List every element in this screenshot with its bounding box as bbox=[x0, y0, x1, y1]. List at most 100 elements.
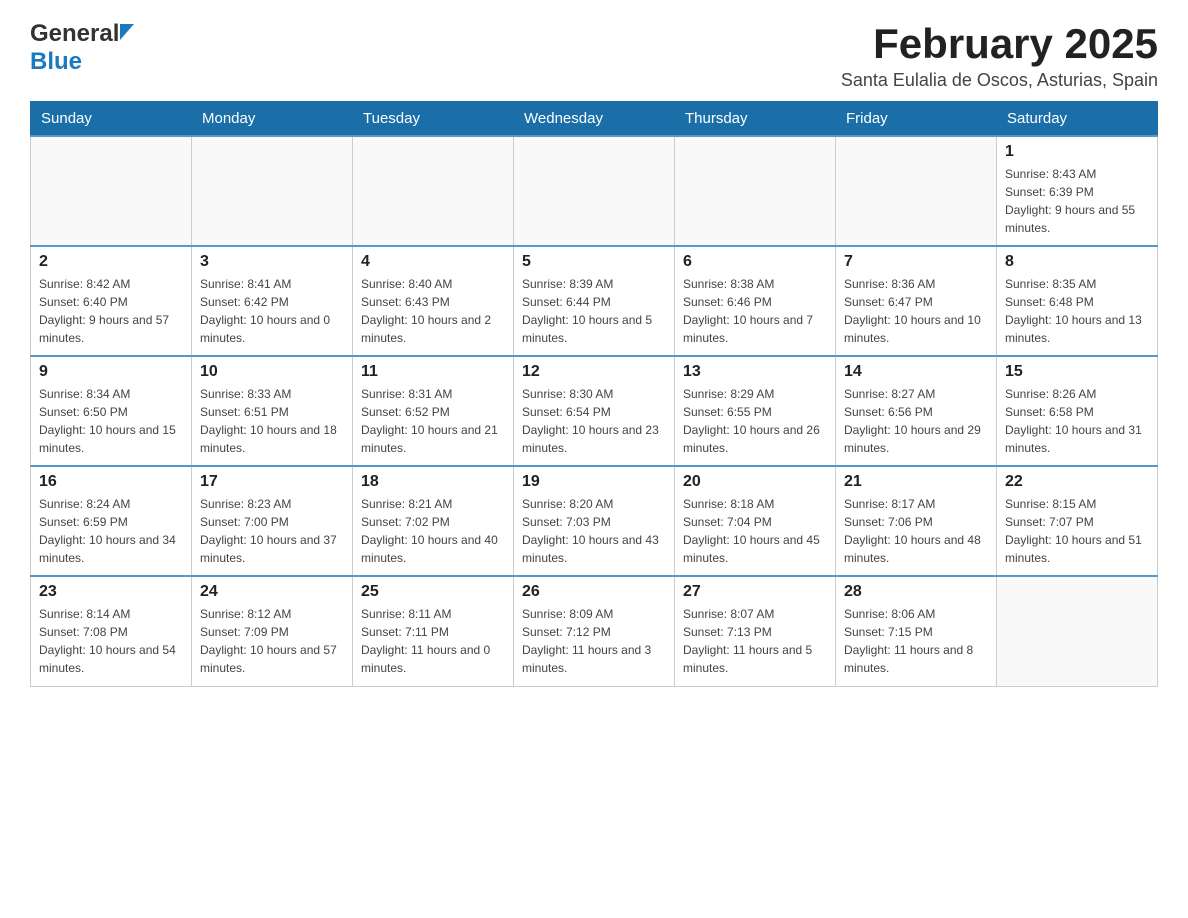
day-info: Sunrise: 8:36 AMSunset: 6:47 PMDaylight:… bbox=[844, 275, 988, 347]
day-number: 24 bbox=[200, 583, 344, 601]
day-number: 4 bbox=[361, 253, 505, 271]
day-number: 25 bbox=[361, 583, 505, 601]
day-info: Sunrise: 8:38 AMSunset: 6:46 PMDaylight:… bbox=[683, 275, 827, 347]
day-info: Sunrise: 8:27 AMSunset: 6:56 PMDaylight:… bbox=[844, 385, 988, 457]
logo: General Blue bbox=[30, 20, 134, 76]
calendar-table: SundayMondayTuesdayWednesdayThursdayFrid… bbox=[30, 101, 1158, 687]
weekday-header-thursday: Thursday bbox=[675, 102, 836, 137]
day-number: 5 bbox=[522, 253, 666, 271]
week-row-4: 16 Sunrise: 8:24 AMSunset: 6:59 PMDayligh… bbox=[31, 466, 1158, 576]
day-number: 18 bbox=[361, 473, 505, 491]
day-info: Sunrise: 8:07 AMSunset: 7:13 PMDaylight:… bbox=[683, 605, 827, 677]
day-info: Sunrise: 8:33 AMSunset: 6:51 PMDaylight:… bbox=[200, 385, 344, 457]
calendar-cell: 15Sunrise: 8:26 AMSunset: 6:58 PMDayligh… bbox=[997, 356, 1158, 466]
page-header: General Blue February 2025 Santa Eulalia… bbox=[30, 20, 1158, 91]
day-info: Sunrise: 8:12 AMSunset: 7:09 PMDaylight:… bbox=[200, 605, 344, 677]
calendar-cell: 2 Sunrise: 8:42 AMSunset: 6:40 PMDaylight… bbox=[31, 246, 192, 356]
calendar-cell bbox=[353, 136, 514, 246]
weekday-header-monday: Monday bbox=[192, 102, 353, 137]
day-number: 26 bbox=[522, 583, 666, 601]
day-number: 8 bbox=[1005, 253, 1149, 271]
day-number: 2 bbox=[39, 253, 183, 271]
logo-blue-text: Blue bbox=[30, 48, 82, 76]
day-number: 9 bbox=[39, 363, 183, 381]
day-number: 21 bbox=[844, 473, 988, 491]
day-info: Sunrise: 8:23 AMSunset: 7:00 PMDaylight:… bbox=[200, 495, 344, 567]
day-number: 13 bbox=[683, 363, 827, 381]
day-info: Sunrise: 8:11 AMSunset: 7:11 PMDaylight:… bbox=[361, 605, 505, 677]
day-info: Sunrise: 8:20 AMSunset: 7:03 PMDaylight:… bbox=[522, 495, 666, 567]
logo-general-text: General bbox=[30, 20, 119, 48]
logo-triangle-icon bbox=[120, 24, 134, 45]
day-number: 19 bbox=[522, 473, 666, 491]
calendar-cell bbox=[192, 136, 353, 246]
day-number: 22 bbox=[1005, 473, 1149, 491]
calendar-cell: 19 Sunrise: 8:20 AMSunset: 7:03 PMDayligh… bbox=[514, 466, 675, 576]
day-info: Sunrise: 8:34 AMSunset: 6:50 PMDaylight:… bbox=[39, 385, 183, 457]
day-number: 17 bbox=[200, 473, 344, 491]
calendar-cell: 17 Sunrise: 8:23 AMSunset: 7:00 PMDayligh… bbox=[192, 466, 353, 576]
week-row-5: 23Sunrise: 8:14 AMSunset: 7:08 PMDayligh… bbox=[31, 576, 1158, 686]
location-subtitle: Santa Eulalia de Oscos, Asturias, Spain bbox=[841, 70, 1158, 91]
week-row-2: 2 Sunrise: 8:42 AMSunset: 6:40 PMDaylight… bbox=[31, 246, 1158, 356]
weekday-header-tuesday: Tuesday bbox=[353, 102, 514, 137]
day-number: 7 bbox=[844, 253, 988, 271]
weekday-header-saturday: Saturday bbox=[997, 102, 1158, 137]
calendar-cell: 6 Sunrise: 8:38 AMSunset: 6:46 PMDaylight… bbox=[675, 246, 836, 356]
day-info: Sunrise: 8:41 AMSunset: 6:42 PMDaylight:… bbox=[200, 275, 344, 347]
day-info: Sunrise: 8:06 AMSunset: 7:15 PMDaylight:… bbox=[844, 605, 988, 677]
day-info: Sunrise: 8:17 AMSunset: 7:06 PMDaylight:… bbox=[844, 495, 988, 567]
day-info: Sunrise: 8:31 AMSunset: 6:52 PMDaylight:… bbox=[361, 385, 505, 457]
calendar-cell: 27 Sunrise: 8:07 AMSunset: 7:13 PMDayligh… bbox=[675, 576, 836, 686]
weekday-header-row: SundayMondayTuesdayWednesdayThursdayFrid… bbox=[31, 102, 1158, 137]
calendar-cell: 14 Sunrise: 8:27 AMSunset: 6:56 PMDayligh… bbox=[836, 356, 997, 466]
calendar-cell: 8 Sunrise: 8:35 AMSunset: 6:48 PMDaylight… bbox=[997, 246, 1158, 356]
calendar-cell: 7 Sunrise: 8:36 AMSunset: 6:47 PMDaylight… bbox=[836, 246, 997, 356]
day-number: 6 bbox=[683, 253, 827, 271]
calendar-cell bbox=[31, 136, 192, 246]
week-row-3: 9 Sunrise: 8:34 AMSunset: 6:50 PMDaylight… bbox=[31, 356, 1158, 466]
month-title: February 2025 bbox=[841, 20, 1158, 68]
day-info: Sunrise: 8:24 AMSunset: 6:59 PMDaylight:… bbox=[39, 495, 183, 567]
calendar-cell bbox=[514, 136, 675, 246]
calendar-cell: 3Sunrise: 8:41 AMSunset: 6:42 PMDaylight… bbox=[192, 246, 353, 356]
calendar-cell: 18 Sunrise: 8:21 AMSunset: 7:02 PMDayligh… bbox=[353, 466, 514, 576]
day-info: Sunrise: 8:18 AMSunset: 7:04 PMDaylight:… bbox=[683, 495, 827, 567]
day-info: Sunrise: 8:39 AMSunset: 6:44 PMDaylight:… bbox=[522, 275, 666, 347]
day-number: 10 bbox=[200, 363, 344, 381]
calendar-cell: 4 Sunrise: 8:40 AMSunset: 6:43 PMDaylight… bbox=[353, 246, 514, 356]
calendar-cell: 1Sunrise: 8:43 AMSunset: 6:39 PMDaylight… bbox=[997, 136, 1158, 246]
calendar-cell: 22Sunrise: 8:15 AMSunset: 7:07 PMDayligh… bbox=[997, 466, 1158, 576]
day-info: Sunrise: 8:30 AMSunset: 6:54 PMDaylight:… bbox=[522, 385, 666, 457]
calendar-cell bbox=[997, 576, 1158, 686]
calendar-cell: 23Sunrise: 8:14 AMSunset: 7:08 PMDayligh… bbox=[31, 576, 192, 686]
calendar-cell: 26Sunrise: 8:09 AMSunset: 7:12 PMDayligh… bbox=[514, 576, 675, 686]
day-number: 23 bbox=[39, 583, 183, 601]
week-row-1: 1Sunrise: 8:43 AMSunset: 6:39 PMDaylight… bbox=[31, 136, 1158, 246]
calendar-cell: 16 Sunrise: 8:24 AMSunset: 6:59 PMDayligh… bbox=[31, 466, 192, 576]
title-section: February 2025 Santa Eulalia de Oscos, As… bbox=[841, 20, 1158, 91]
weekday-header-sunday: Sunday bbox=[31, 102, 192, 137]
calendar-cell: 24 Sunrise: 8:12 AMSunset: 7:09 PMDayligh… bbox=[192, 576, 353, 686]
day-info: Sunrise: 8:35 AMSunset: 6:48 PMDaylight:… bbox=[1005, 275, 1149, 347]
weekday-header-wednesday: Wednesday bbox=[514, 102, 675, 137]
day-info: Sunrise: 8:29 AMSunset: 6:55 PMDaylight:… bbox=[683, 385, 827, 457]
day-number: 27 bbox=[683, 583, 827, 601]
day-number: 12 bbox=[522, 363, 666, 381]
day-number: 14 bbox=[844, 363, 988, 381]
day-info: Sunrise: 8:21 AMSunset: 7:02 PMDaylight:… bbox=[361, 495, 505, 567]
day-number: 16 bbox=[39, 473, 183, 491]
calendar-cell: 11Sunrise: 8:31 AMSunset: 6:52 PMDayligh… bbox=[353, 356, 514, 466]
calendar-cell: 10 Sunrise: 8:33 AMSunset: 6:51 PMDayligh… bbox=[192, 356, 353, 466]
weekday-header-friday: Friday bbox=[836, 102, 997, 137]
calendar-cell: 21 Sunrise: 8:17 AMSunset: 7:06 PMDayligh… bbox=[836, 466, 997, 576]
calendar-cell: 13 Sunrise: 8:29 AMSunset: 6:55 PMDayligh… bbox=[675, 356, 836, 466]
day-number: 20 bbox=[683, 473, 827, 491]
calendar-cell bbox=[836, 136, 997, 246]
calendar-cell: 20 Sunrise: 8:18 AMSunset: 7:04 PMDayligh… bbox=[675, 466, 836, 576]
calendar-cell: 9 Sunrise: 8:34 AMSunset: 6:50 PMDaylight… bbox=[31, 356, 192, 466]
calendar-cell: 12 Sunrise: 8:30 AMSunset: 6:54 PMDayligh… bbox=[514, 356, 675, 466]
calendar-cell: 5 Sunrise: 8:39 AMSunset: 6:44 PMDaylight… bbox=[514, 246, 675, 356]
day-info: Sunrise: 8:42 AMSunset: 6:40 PMDaylight:… bbox=[39, 275, 183, 347]
day-info: Sunrise: 8:40 AMSunset: 6:43 PMDaylight:… bbox=[361, 275, 505, 347]
